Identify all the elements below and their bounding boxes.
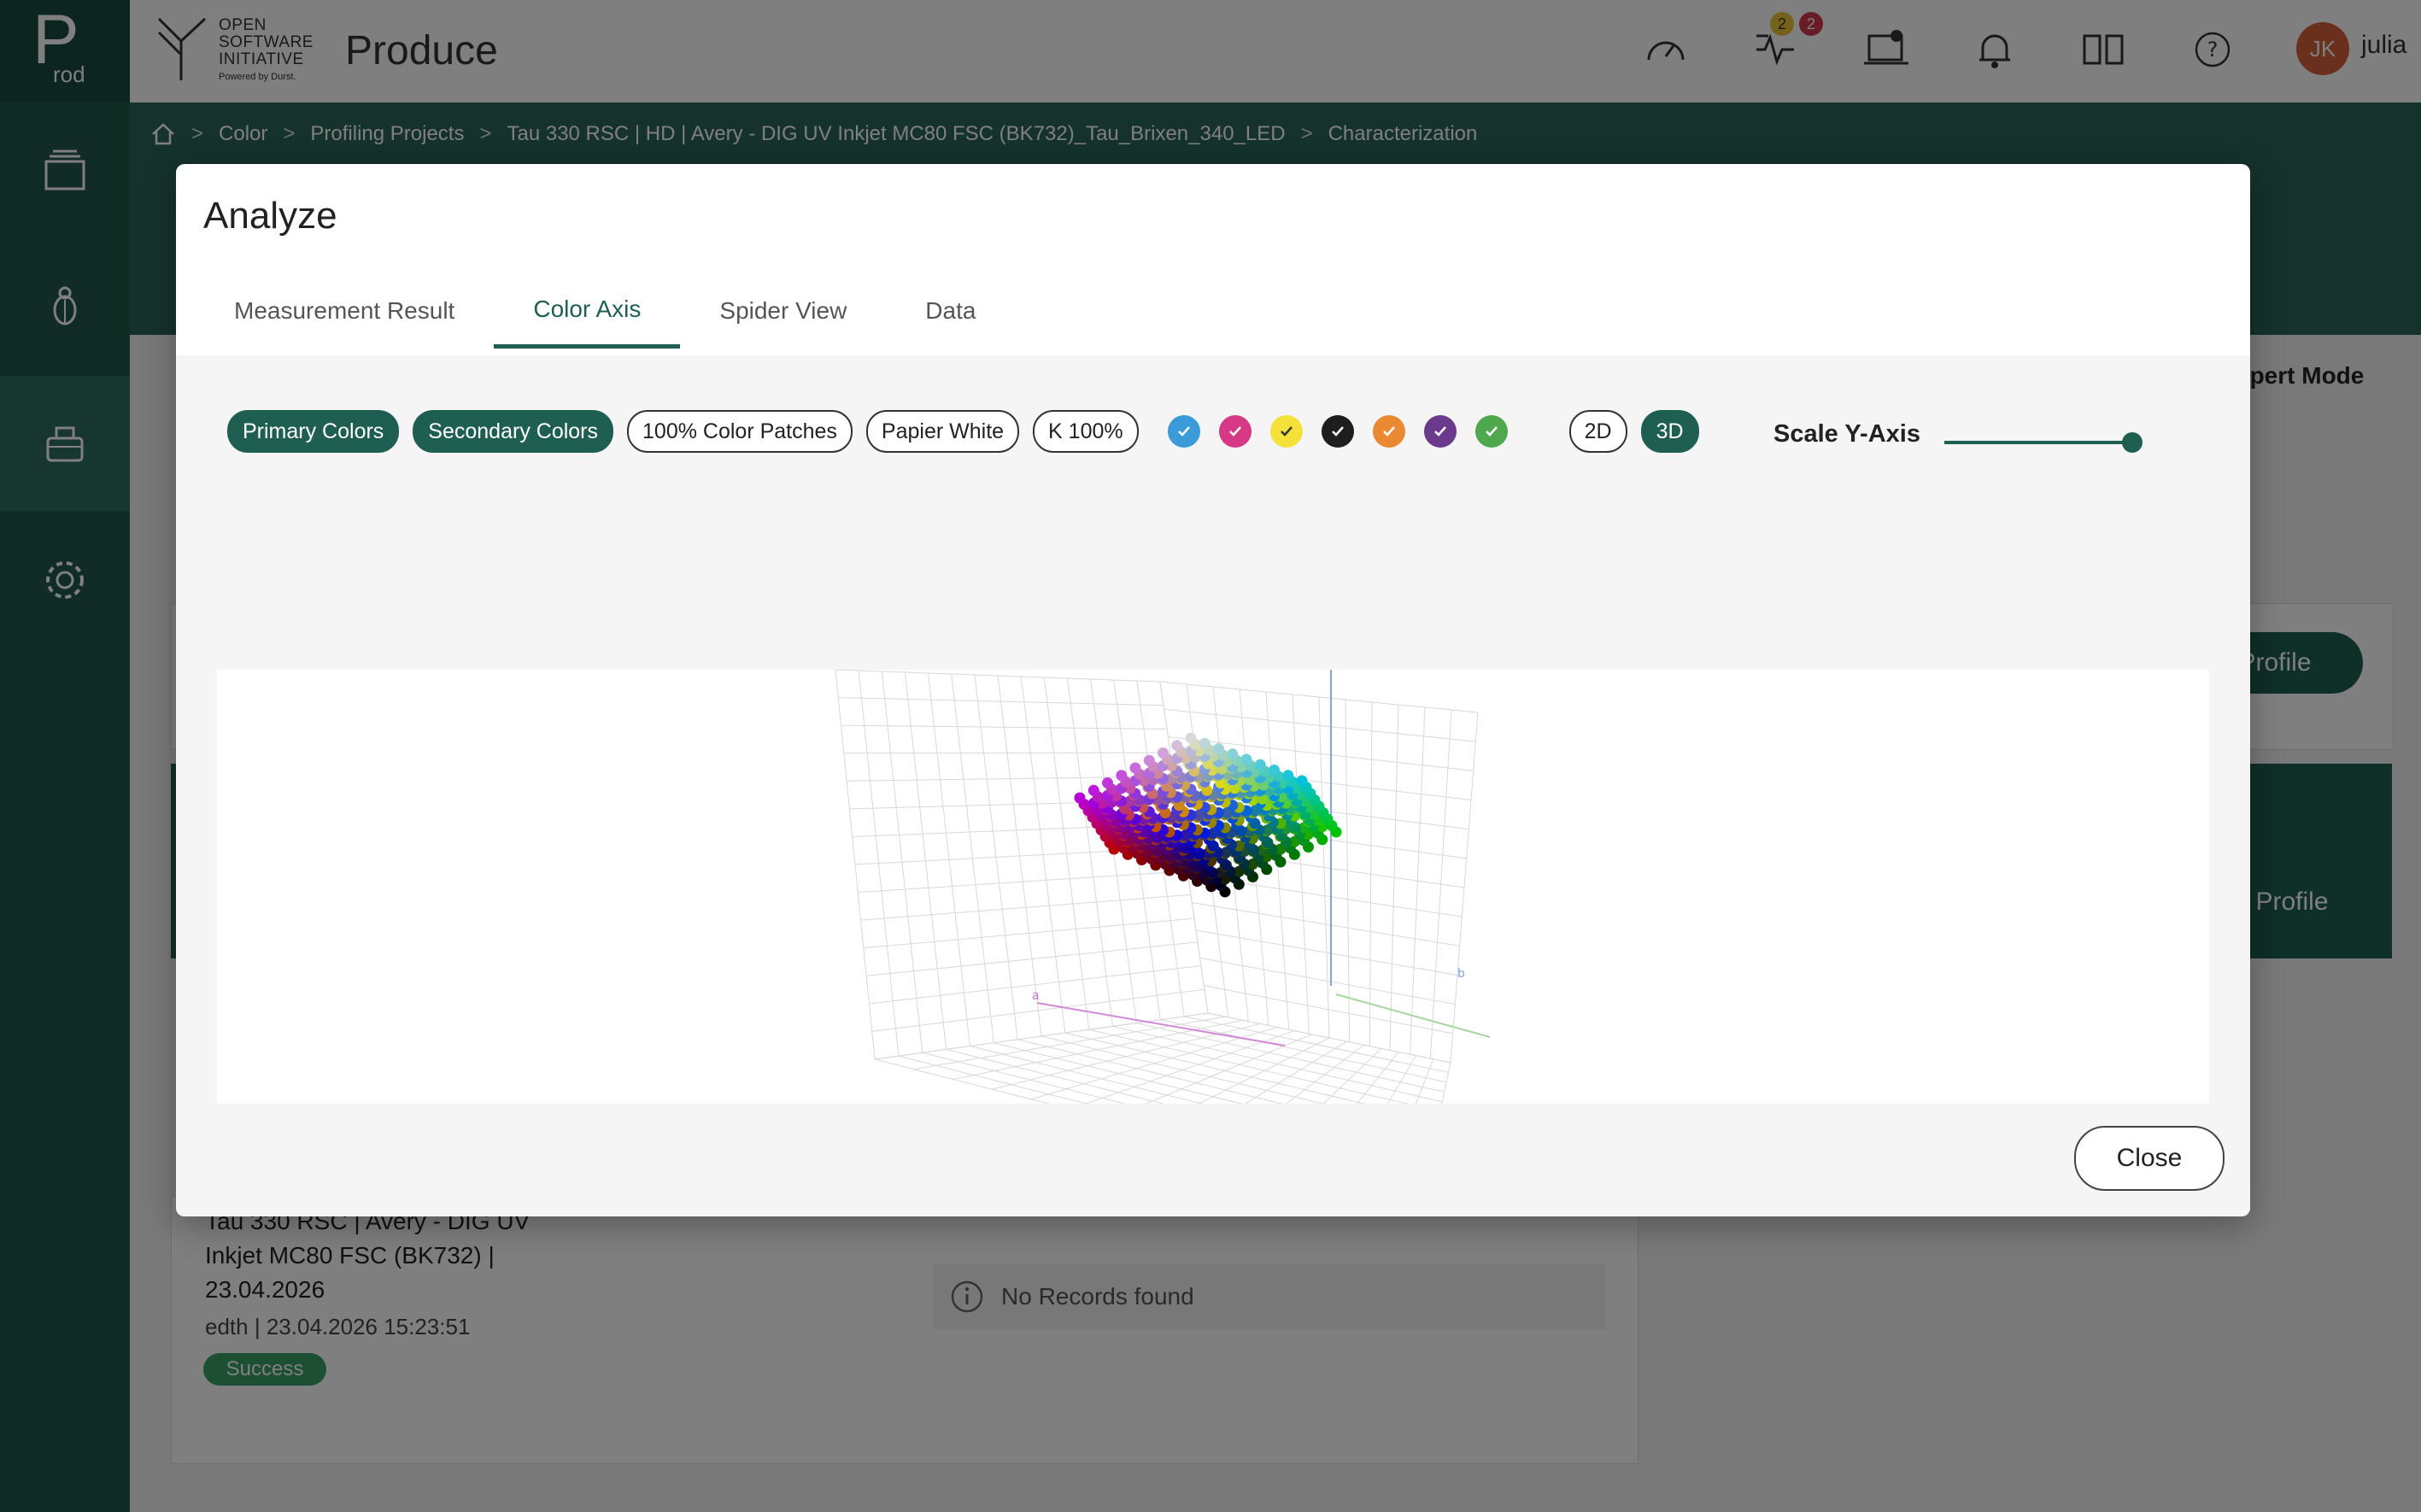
- dialog-tabs: Measurement Result Color Axis Spider Vie…: [176, 273, 2250, 349]
- axis-label-a: a: [1032, 989, 1040, 1003]
- data-point: [1116, 770, 1128, 782]
- data-point: [1199, 737, 1210, 749]
- data-point: [1074, 792, 1086, 804]
- swatch-orange[interactable]: [1372, 415, 1405, 448]
- view-3d-button[interactable]: 3D: [1640, 410, 1699, 453]
- data-point: [1254, 759, 1266, 771]
- analyze-dialog: Analyze Measurement Result Color Axis Sp…: [176, 164, 2250, 1216]
- data-point: [1158, 747, 1169, 759]
- swatch-violet[interactable]: [1423, 415, 1457, 448]
- chip-secondary-colors[interactable]: Secondary Colors: [413, 410, 614, 453]
- dialog-body: Primary Colors Secondary Colors 100% Col…: [176, 355, 2250, 1216]
- chip-100-color-patches[interactable]: 100% Color Patches: [627, 410, 853, 453]
- data-point: [1213, 743, 1224, 754]
- tab-spider-view[interactable]: Spider View: [680, 273, 886, 349]
- check-icon: [1331, 426, 1344, 437]
- data-point: [1240, 753, 1252, 765]
- view-2d-button[interactable]: 2D: [1568, 410, 1627, 453]
- filter-toolbar: Primary Colors Secondary Colors 100% Col…: [227, 410, 1713, 453]
- close-button[interactable]: Close: [2074, 1126, 2225, 1191]
- scale-y-axis-slider[interactable]: [1944, 441, 2132, 444]
- data-point: [1087, 784, 1099, 796]
- swatch-green[interactable]: [1474, 415, 1508, 448]
- swatch-cyan[interactable]: [1167, 415, 1200, 448]
- data-point: [1143, 754, 1155, 766]
- data-point: [1227, 748, 1239, 760]
- data-point: [1129, 762, 1141, 774]
- a-axis: [1036, 1002, 1286, 1046]
- data-point: [1102, 777, 1113, 788]
- data-point: [1185, 732, 1197, 744]
- data-point: [1269, 765, 1280, 776]
- check-icon: [1280, 426, 1293, 437]
- data-point: [1296, 775, 1308, 787]
- dialog-title: Analyze: [203, 195, 337, 237]
- check-icon: [1177, 426, 1190, 437]
- color-swatch-group: [1167, 415, 1527, 448]
- swatch-yellow[interactable]: [1269, 415, 1303, 448]
- scale-y-axis-label: Scale Y-Axis: [1773, 420, 1920, 448]
- axis-label-b: b: [1457, 967, 1465, 981]
- tab-color-axis[interactable]: Color Axis: [494, 273, 681, 349]
- check-icon: [1433, 426, 1446, 437]
- dialog-footer: [176, 1104, 2250, 1216]
- check-icon: [1228, 426, 1241, 437]
- scale-y-axis-slider-handle[interactable]: [2122, 432, 2143, 453]
- data-point: [1171, 740, 1183, 752]
- chip-primary-colors[interactable]: Primary Colors: [227, 410, 400, 453]
- check-icon: [1382, 426, 1395, 437]
- chip-k-100[interactable]: K 100%: [1033, 410, 1139, 453]
- swatch-black[interactable]: [1321, 415, 1354, 448]
- swatch-magenta[interactable]: [1218, 415, 1252, 448]
- data-point: [1282, 770, 1294, 782]
- tab-measurement-result[interactable]: Measurement Result: [195, 273, 494, 349]
- check-icon: [1485, 426, 1498, 437]
- tab-data[interactable]: Data: [886, 273, 1015, 349]
- chip-papier-white[interactable]: Papier White: [865, 410, 1020, 453]
